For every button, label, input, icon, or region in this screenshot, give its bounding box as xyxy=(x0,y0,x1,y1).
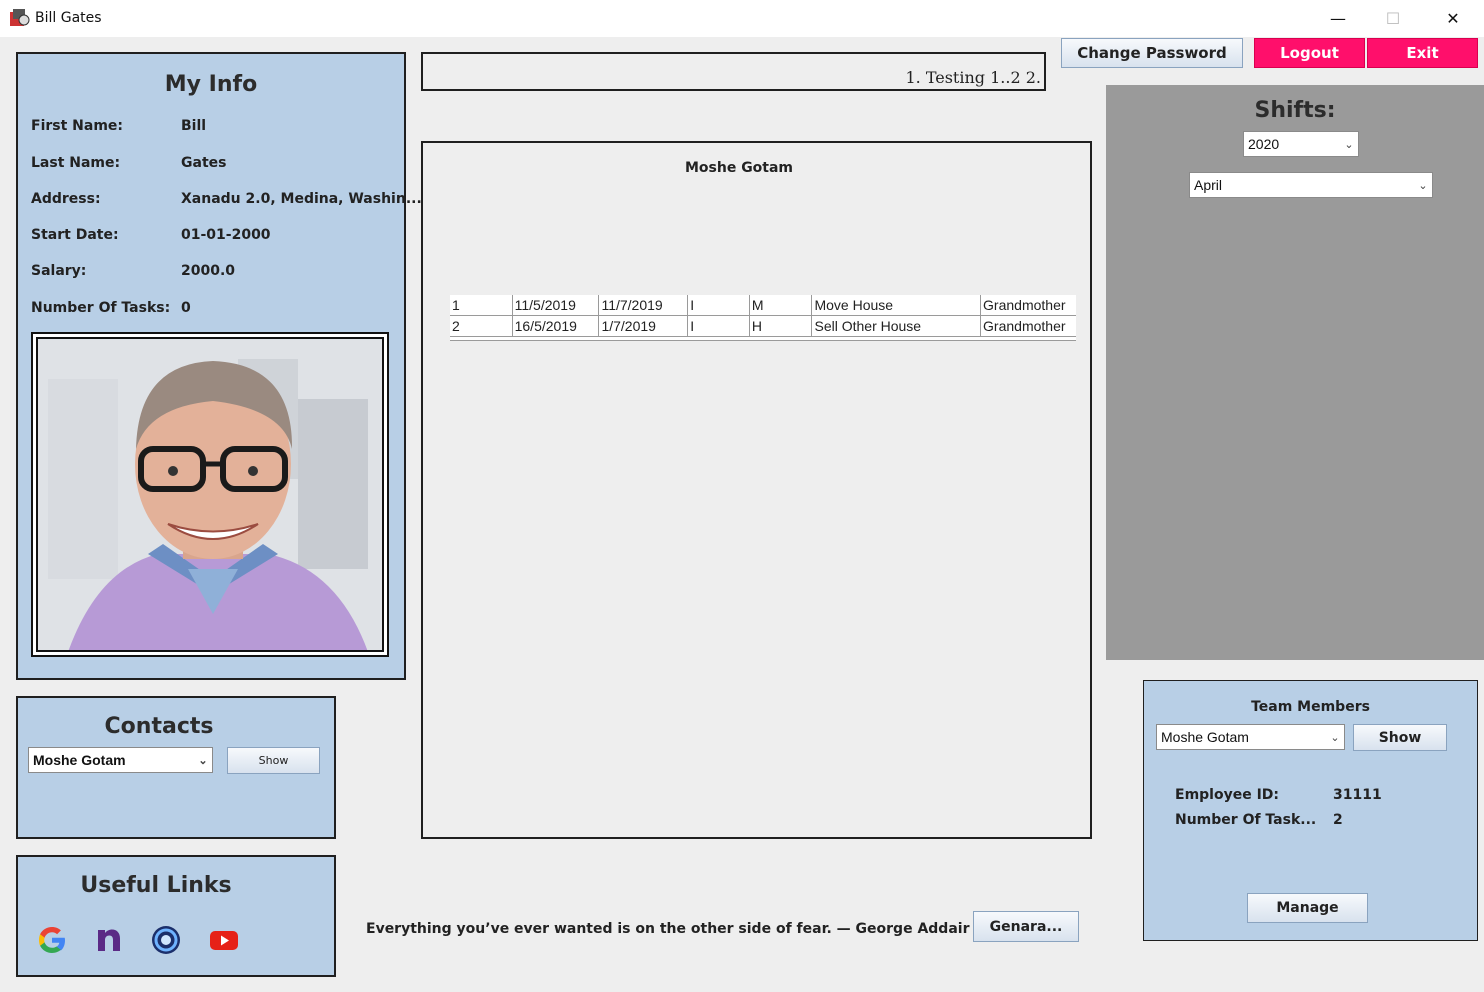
profile-photo xyxy=(36,337,384,652)
table-cell: I xyxy=(687,315,750,337)
employee-id-label: Employee ID: xyxy=(1175,787,1280,803)
start-date-value: 01-01-2000 xyxy=(181,227,271,243)
chevron-down-icon: ⌄ xyxy=(1344,138,1354,151)
tasks-panel xyxy=(421,141,1092,839)
manage-button[interactable]: Manage xyxy=(1247,893,1368,923)
contacts-select-value: Moshe Gotam xyxy=(33,752,126,768)
table-cell: Grandmother xyxy=(980,315,1076,337)
chevron-down-icon: ⌄ xyxy=(1418,179,1428,192)
table-cell: 11/7/2019 xyxy=(598,295,689,316)
table-cell: M xyxy=(749,295,813,316)
contacts-show-button[interactable]: Show xyxy=(227,747,320,774)
exit-button[interactable]: Exit xyxy=(1367,38,1478,68)
contacts-select[interactable]: Moshe Gotam ⌄ xyxy=(28,747,213,773)
address-label: Address: xyxy=(31,191,101,207)
google-icon[interactable] xyxy=(34,922,70,958)
my-info-title: My Info xyxy=(164,72,258,97)
table-cell: 16/5/2019 xyxy=(512,315,600,337)
table-row[interactable]: 1 11/5/2019 11/7/2019 I M Move House Gra… xyxy=(450,295,1076,316)
chevron-down-icon: ⌄ xyxy=(1330,731,1340,744)
employee-id-value: 31111 xyxy=(1333,787,1382,803)
table-row[interactable]: 2 16/5/2019 1/7/2019 I H Sell Other Hous… xyxy=(450,315,1076,337)
last-name-label: Last Name: xyxy=(31,155,121,171)
minimize-icon: — xyxy=(1330,9,1346,28)
contacts-title: Contacts xyxy=(104,714,214,739)
blue-ring-icon[interactable] xyxy=(148,922,184,958)
first-name-value: Bill xyxy=(181,118,207,134)
window-title: Bill Gates xyxy=(35,10,102,26)
table-cell: Move House xyxy=(811,295,982,316)
table-cell: Grandmother xyxy=(980,295,1076,316)
team-member-select-value: Moshe Gotam xyxy=(1161,729,1249,745)
team-show-button[interactable]: Show xyxy=(1353,724,1447,751)
table-cell: I xyxy=(687,295,750,316)
useful-links-title: Useful Links xyxy=(80,873,232,898)
address-value: Xanadu 2.0, Medina, Washin... xyxy=(181,191,422,207)
maximize-icon: ☐ xyxy=(1385,9,1401,28)
app-icon xyxy=(9,8,31,28)
year-select-value: 2020 xyxy=(1248,136,1280,152)
month-select[interactable]: April ⌄ xyxy=(1189,172,1433,198)
selected-employee-name: Moshe Gotam xyxy=(684,160,794,176)
table-cell: H xyxy=(749,315,813,337)
tasks-table: 1 11/5/2019 11/7/2019 I M Move House Gra… xyxy=(450,295,1076,337)
notice-box: 1. Testing 1..2 2. xyxy=(421,52,1046,91)
youtube-icon[interactable] xyxy=(206,922,242,958)
tasks-count-value: 0 xyxy=(181,300,191,316)
table-cell: 11/5/2019 xyxy=(512,295,600,316)
start-date-label: Start Date: xyxy=(31,227,119,243)
minimize-button[interactable]: — xyxy=(1315,0,1361,37)
n-app-icon[interactable] xyxy=(91,922,127,958)
team-member-select[interactable]: Moshe Gotam ⌄ xyxy=(1156,724,1345,750)
team-tasks-value: 2 xyxy=(1333,812,1343,828)
table-cell: 2 xyxy=(450,315,513,337)
notice-text: 1. Testing 1..2 2. xyxy=(905,68,1041,87)
table-cell: 1/7/2019 xyxy=(598,315,689,337)
title-bar xyxy=(0,0,1484,37)
profile-photo-frame xyxy=(31,332,389,657)
change-password-button[interactable]: Change Password xyxy=(1061,38,1243,68)
first-name-label: First Name: xyxy=(31,118,124,134)
year-select[interactable]: 2020 ⌄ xyxy=(1243,131,1359,157)
last-name-value: Gates xyxy=(181,155,227,171)
team-members-title: Team Members xyxy=(1251,699,1370,715)
tasks-table-wrap: 1 11/5/2019 11/7/2019 I M Move House Gra… xyxy=(450,295,1076,341)
shifts-title: Shifts: xyxy=(1254,98,1336,123)
quote-text: Everything you’ve ever wanted is on the … xyxy=(366,921,970,937)
chevron-down-icon: ⌄ xyxy=(198,754,208,767)
maximize-button[interactable]: ☐ xyxy=(1370,0,1416,37)
close-button[interactable]: ✕ xyxy=(1430,0,1476,37)
table-cell: 1 xyxy=(450,295,513,316)
month-select-value: April xyxy=(1194,177,1223,193)
generate-button[interactable]: Genara... xyxy=(973,911,1079,942)
logout-button[interactable]: Logout xyxy=(1254,38,1365,68)
salary-label: Salary: xyxy=(31,263,87,279)
tasks-count-label: Number Of Tasks: xyxy=(31,300,171,316)
close-icon: ✕ xyxy=(1446,9,1460,28)
salary-value: 2000.0 xyxy=(181,263,236,279)
table-cell: Sell Other House xyxy=(811,315,982,337)
team-tasks-label: Number Of Task... xyxy=(1175,812,1317,828)
